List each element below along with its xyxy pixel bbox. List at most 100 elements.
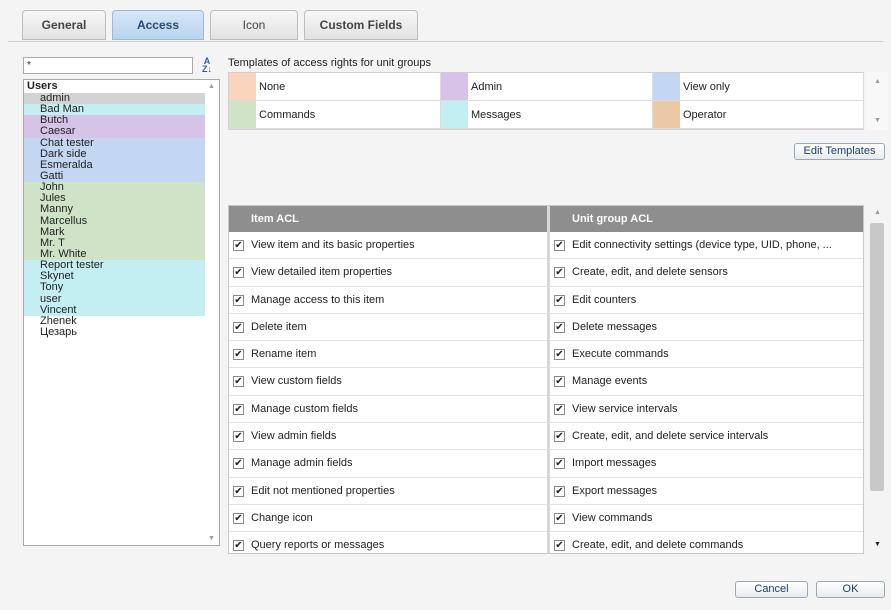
scroll-up-icon[interactable]: ▲ <box>874 209 881 216</box>
template-cell[interactable]: Commands <box>229 101 441 129</box>
template-cell[interactable]: Operator <box>653 101 864 129</box>
acl-row: ✔ Edit counters <box>550 287 863 314</box>
user-list-item[interactable]: user <box>24 293 206 305</box>
acl-checkbox[interactable]: ✔ <box>233 376 244 388</box>
acl-row: ✔ Create, edit, and delete sensors <box>550 259 863 287</box>
template-cell[interactable]: None <box>229 73 441 101</box>
template-cell[interactable]: View only <box>653 73 864 101</box>
user-list-item[interactable]: Manny <box>24 204 206 216</box>
template-color-swatch <box>441 101 468 128</box>
acl-label: Create, edit, and delete service interva… <box>572 430 769 443</box>
acl-checkbox[interactable]: ✔ <box>554 431 565 443</box>
acl-row: ✔ Manage admin fields <box>229 450 547 478</box>
acl-checkbox[interactable]: ✔ <box>554 267 565 279</box>
acl-label: View detailed item properties <box>251 266 393 279</box>
acl-checkbox[interactable]: ✔ <box>554 349 565 361</box>
acl-label: Create, edit, and delete sensors <box>572 266 728 279</box>
acl-checkbox[interactable]: ✔ <box>554 321 565 333</box>
acl-label: Change icon <box>251 511 313 524</box>
acl-checkbox[interactable]: ✔ <box>554 458 565 470</box>
acl-label: Query reports or messages <box>251 539 385 552</box>
acl-checkbox[interactable]: ✔ <box>233 240 244 251</box>
acl-row: ✔ Delete messages <box>550 314 863 342</box>
acl-checkbox[interactable]: ✔ <box>554 512 565 524</box>
acl-checkbox[interactable]: ✔ <box>233 267 244 279</box>
tab-general[interactable]: General <box>22 10 106 40</box>
acl-checkbox[interactable]: ✔ <box>554 376 565 388</box>
acl-label: Edit counters <box>572 293 637 306</box>
scroll-up-icon[interactable]: ▲ <box>874 78 881 85</box>
tab-divider <box>8 41 883 42</box>
acl-label: Manage custom fields <box>251 402 358 415</box>
tab-custom-fields[interactable]: Custom Fields <box>304 10 418 40</box>
acl-row: ✔ Export messages <box>550 478 863 505</box>
template-label: Commands <box>259 109 316 121</box>
acl-checkbox[interactable]: ✔ <box>233 485 244 497</box>
user-filter-input[interactable]: * <box>23 57 193 74</box>
acl-label: Rename item <box>251 348 317 361</box>
acl-row: ✔ Manage access to this item <box>229 287 547 314</box>
acl-row: ✔ Rename item <box>229 341 547 369</box>
unit-group-acl-header: Unit group ACL <box>550 206 863 232</box>
acl-row: ✔ View item and its basic properties <box>229 232 547 260</box>
scroll-thumb[interactable] <box>870 223 884 491</box>
acl-checkbox[interactable]: ✔ <box>554 403 565 415</box>
acl-row: ✔ View admin fields <box>229 423 547 451</box>
template-label: Operator <box>683 109 727 121</box>
acl-scrollbar[interactable]: ▲ ▼ <box>866 205 888 554</box>
acl-row: ✔ Query reports or messages <box>229 532 547 553</box>
acl-row: ✔ View custom fields <box>229 368 547 396</box>
acl-checkbox[interactable]: ✔ <box>233 431 244 443</box>
template-color-swatch <box>653 73 680 100</box>
template-cell[interactable]: Messages <box>441 101 653 129</box>
scroll-down-icon[interactable]: ▼ <box>208 535 215 542</box>
scroll-down-icon[interactable]: ▼ <box>874 117 881 124</box>
templates-grid: None Admin View only Commands Messages Operat… <box>228 72 864 130</box>
acl-row: ✔ Create, edit, and delete commands <box>550 532 863 553</box>
acl-checkbox[interactable]: ✔ <box>554 540 565 552</box>
scroll-up-icon[interactable]: ▲ <box>208 83 215 90</box>
acl-checkbox[interactable]: ✔ <box>233 458 244 470</box>
acl-label: Execute commands <box>572 348 669 361</box>
cancel-button[interactable]: Cancel <box>735 581 808 598</box>
acl-checkbox[interactable]: ✔ <box>233 349 244 361</box>
tab-icon[interactable]: Icon <box>210 10 298 40</box>
user-list-item[interactable]: Цезарь <box>24 326 206 339</box>
ok-button[interactable]: OK <box>816 581 885 598</box>
users-scrollbar[interactable]: ▲ ▼ <box>205 80 219 545</box>
acl-checkbox[interactable]: ✔ <box>554 240 565 251</box>
acl-checkbox[interactable]: ✔ <box>233 403 244 415</box>
acl-checkbox[interactable]: ✔ <box>233 540 244 552</box>
edit-templates-button[interactable]: Edit Templates <box>794 143 885 160</box>
acl-checkbox[interactable]: ✔ <box>233 294 244 306</box>
acl-label: Manage admin fields <box>251 457 353 470</box>
acl-row: ✔ View service intervals <box>550 396 863 424</box>
acl-row: ✔ Create, edit, and delete service interv… <box>550 423 863 451</box>
acl-label: Import messages <box>572 457 657 470</box>
template-label: View only <box>683 81 730 93</box>
acl-checkbox[interactable]: ✔ <box>554 294 565 306</box>
scroll-down-icon[interactable]: ▼ <box>874 541 881 548</box>
acl-label: Delete item <box>251 320 307 333</box>
acl-label: Delete messages <box>572 320 657 333</box>
acl-label: Edit not mentioned properties <box>251 484 395 497</box>
acl-row: ✔ Change icon <box>229 505 547 533</box>
acl-label: View commands <box>572 511 653 524</box>
sort-az-icon[interactable]: A Z↓ <box>199 57 215 75</box>
acl-row: ✔ Manage events <box>550 368 863 396</box>
acl-row: ✔ Manage custom fields <box>229 396 547 424</box>
acl-row: ✔ View detailed item properties <box>229 259 547 287</box>
template-color-swatch <box>441 73 468 100</box>
user-list-item[interactable]: Caesar <box>24 126 206 138</box>
acl-table: Item ACL Unit group ACL ✔ View item and i… <box>228 205 864 554</box>
acl-label: View service intervals <box>572 402 678 415</box>
template-cell[interactable]: Admin <box>441 73 653 101</box>
templates-scrollbar[interactable]: ▲ ▼ <box>866 72 888 130</box>
acl-checkbox[interactable]: ✔ <box>233 321 244 333</box>
tab-access[interactable]: Access <box>112 10 204 40</box>
templates-title: Templates of access rights for unit grou… <box>228 57 431 69</box>
user-list-item[interactable]: Tony <box>24 282 206 294</box>
acl-checkbox[interactable]: ✔ <box>554 485 565 497</box>
acl-label: Manage access to this item <box>251 293 385 306</box>
acl-checkbox[interactable]: ✔ <box>233 512 244 524</box>
